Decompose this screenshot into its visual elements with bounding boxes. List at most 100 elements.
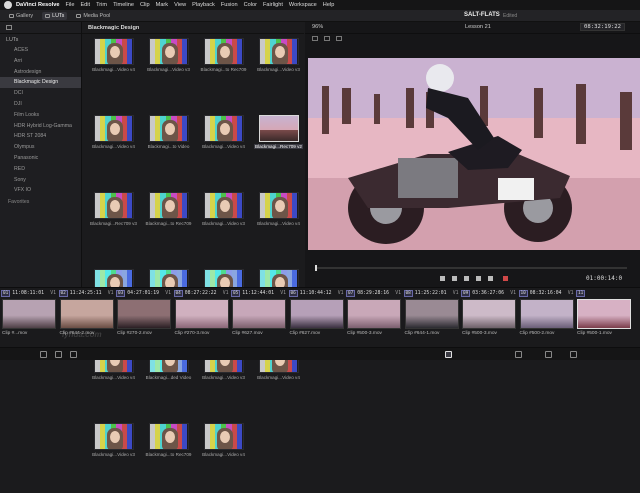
media-page-icon[interactable] <box>40 351 47 358</box>
scrubber-bar[interactable] <box>315 265 627 271</box>
lut-preview-image <box>93 115 134 142</box>
lut-thumbnail[interactable]: Blackmagi...to Rec709 <box>141 423 196 493</box>
clip-thumbnail[interactable]: 01 11:08:11:01 V1 Clip #...mov <box>1 289 57 347</box>
menu-item-trim[interactable]: Trim <box>96 2 107 8</box>
lut-preview-image <box>93 192 134 219</box>
image-wipe-icon[interactable] <box>312 36 318 41</box>
lut-thumbnail-label: Blackmagi...to Video <box>147 144 190 149</box>
sidebar-item-arri[interactable]: Arri <box>0 56 81 67</box>
lut-thumbnail[interactable]: Blackmagi...Video v3 <box>141 38 196 108</box>
gallery-button[interactable]: Gallery <box>6 12 36 20</box>
lut-thumbnail[interactable]: Blackmagi...Video v3 <box>196 192 251 262</box>
menu-item-view[interactable]: View <box>174 2 186 8</box>
clip-thumbnail[interactable]: 04 08:27:22:22 V1 Clip #270-3.mov <box>173 289 230 347</box>
sidebar-item-aces[interactable]: ACES <box>0 45 81 56</box>
luts-button[interactable]: LUTs <box>42 11 68 20</box>
sidebar-item-dci[interactable]: DCI <box>0 88 81 99</box>
color-page-icon[interactable] <box>445 351 452 358</box>
media-pool-button[interactable]: Media Pool <box>73 12 113 20</box>
clip-thumbnail[interactable]: 05 11:12:44:01 V1 Clip #627.mov <box>231 289 287 347</box>
sidebar-item-panasonic[interactable]: Panasonic <box>0 153 81 164</box>
fusion-page-icon[interactable] <box>70 351 77 358</box>
lut-thumbnail-label: Blackmagi...Video v3 <box>257 67 300 72</box>
go-to-start-icon[interactable] <box>440 276 445 281</box>
apple-icon[interactable] <box>4 1 12 9</box>
split-screen-icon[interactable] <box>324 36 330 41</box>
menu-item-clip[interactable]: Clip <box>140 2 150 8</box>
media-pool-icon <box>76 13 82 18</box>
clip-thumbnail[interactable]: 07 08:29:28:16 V1 Clip #500-3.mov <box>346 289 402 347</box>
sidebar-item-olympus[interactable]: Olympus <box>0 142 81 153</box>
viewer-frame[interactable] <box>308 58 640 250</box>
clip-header: 03 04:27:01:19 V1 <box>116 289 172 298</box>
sidebar-item-vfx-io[interactable]: VFX IO <box>0 185 81 196</box>
lut-thumbnail[interactable]: Blackmagi...Video v4 <box>196 423 251 493</box>
stop-icon[interactable] <box>464 276 469 281</box>
sidebar-item-astrodesign[interactable]: Astrodesign <box>0 67 81 78</box>
clip-thumbnail[interactable]: 06 11:10:44:12 V1 Clip #627.mov <box>288 289 345 347</box>
lut-thumbnail[interactable]: Blackmagi...Video v3 <box>86 423 141 493</box>
clip-name: Clip #500-3.mov <box>462 331 497 336</box>
clip-thumbnail[interactable]: 08 11:25:22:01 V1 Clip #644-1.mov <box>403 289 460 347</box>
motorcycle-image <box>308 58 640 250</box>
sidebar-item-red[interactable]: RED <box>0 164 81 175</box>
browser-header: Blackmagic Design <box>82 22 304 34</box>
zoom-level[interactable]: 96% <box>312 24 323 30</box>
menu-item-workspace[interactable]: Workspace <box>289 2 317 8</box>
clip-image <box>59 299 114 329</box>
menu-item-file[interactable]: File <box>65 2 74 8</box>
lut-preview-image <box>93 38 134 65</box>
lut-thumbnail[interactable]: Blackmagi...Video v4 <box>196 115 251 185</box>
sidebar-item-sony[interactable]: Sony <box>0 175 81 186</box>
lut-preview-image <box>258 192 299 219</box>
menu-item-fusion[interactable]: Fusion <box>221 2 238 8</box>
lut-thumbnail[interactable]: Blackmagi...Video v3 <box>251 38 306 108</box>
play-icon[interactable] <box>476 276 481 281</box>
go-to-end-icon[interactable] <box>488 276 493 281</box>
sidebar-root[interactable]: LUTs <box>0 34 81 45</box>
clip-thumbnail[interactable]: 11 Clip #500-1.mov <box>576 289 632 347</box>
clip-thumbnail[interactable]: 10 08:32:16:04 V1 Clip #500-2.mov <box>518 289 575 347</box>
menu-item-fairlight[interactable]: Fairlight <box>263 2 283 8</box>
menu-item-timeline[interactable]: Timeline <box>113 2 134 8</box>
lut-thumbnail[interactable]: Blackmagi...to Video <box>141 115 196 185</box>
lut-thumbnail[interactable]: Blackmagi...to Rec709 <box>141 192 196 262</box>
menu-item-davinci-resolve[interactable]: DaVinci Resolve <box>16 2 59 8</box>
menu-item-color[interactable]: Color <box>244 2 257 8</box>
sidebar-toggle-icon[interactable] <box>6 25 12 30</box>
gallery-icon <box>9 13 14 18</box>
lut-thumbnail[interactable]: Blackmagi...Rec709 v2 <box>251 115 306 185</box>
menu-item-help[interactable]: Help <box>323 2 335 8</box>
clip-header: 08 11:25:22:01 V1 <box>403 289 460 298</box>
sidebar-item-dji[interactable]: DJI <box>0 99 81 110</box>
clip-number: 01 <box>1 290 11 297</box>
lut-thumbnail[interactable]: Blackmagi...Video v4 <box>86 38 141 108</box>
sidebar-item-blackmagic-design[interactable]: Blackmagic Design <box>0 77 81 89</box>
menu-item-mark[interactable]: Mark <box>156 2 168 8</box>
clip-image <box>347 299 401 329</box>
lut-thumbnail[interactable]: Blackmagi...Rec709 v3 <box>86 192 141 262</box>
watermark: lynda.com <box>62 330 102 339</box>
loop-icon[interactable] <box>503 276 508 281</box>
clip-timecode: 11:10:44:12 <box>299 291 332 296</box>
reverse-play-icon[interactable] <box>452 276 457 281</box>
fairlight-page-icon[interactable] <box>515 351 522 358</box>
lut-thumbnail-label: Blackmagi...Video v4 <box>257 375 300 380</box>
clip-number: 08 <box>403 290 413 297</box>
clip-thumbnail[interactable]: 03 04:27:01:19 V1 Clip #270-2.mov <box>116 289 172 347</box>
highlight-icon[interactable] <box>336 36 342 41</box>
clip-thumbnail[interactable]: 09 03:36:27:06 V1 Clip #500-3.mov <box>461 289 517 347</box>
lut-thumbnail[interactable]: Blackmagi...to Rec709 <box>196 38 251 108</box>
sidebar-item-hdr-st-2084[interactable]: HDR ST 2084 <box>0 131 81 142</box>
deliver-page-icon[interactable] <box>545 351 552 358</box>
timeline-name[interactable]: Lesson 21 <box>465 24 491 30</box>
sidebar-item-film-looks[interactable]: Film Looks <box>0 110 81 121</box>
lut-thumbnail[interactable]: Blackmagi...Video v4 <box>86 115 141 185</box>
sidebar-item-hdr-hybrid-log-gamma[interactable]: HDR Hybrid Log-Gamma <box>0 121 81 132</box>
project-settings-icon[interactable] <box>570 351 577 358</box>
lut-thumbnail[interactable]: Blackmagi...Video v4 <box>251 192 306 262</box>
sidebar-favorites[interactable]: Favorites <box>0 196 81 205</box>
edit-page-icon[interactable] <box>55 351 62 358</box>
menu-item-edit[interactable]: Edit <box>80 2 90 8</box>
menu-item-playback[interactable]: Playback <box>192 2 215 8</box>
